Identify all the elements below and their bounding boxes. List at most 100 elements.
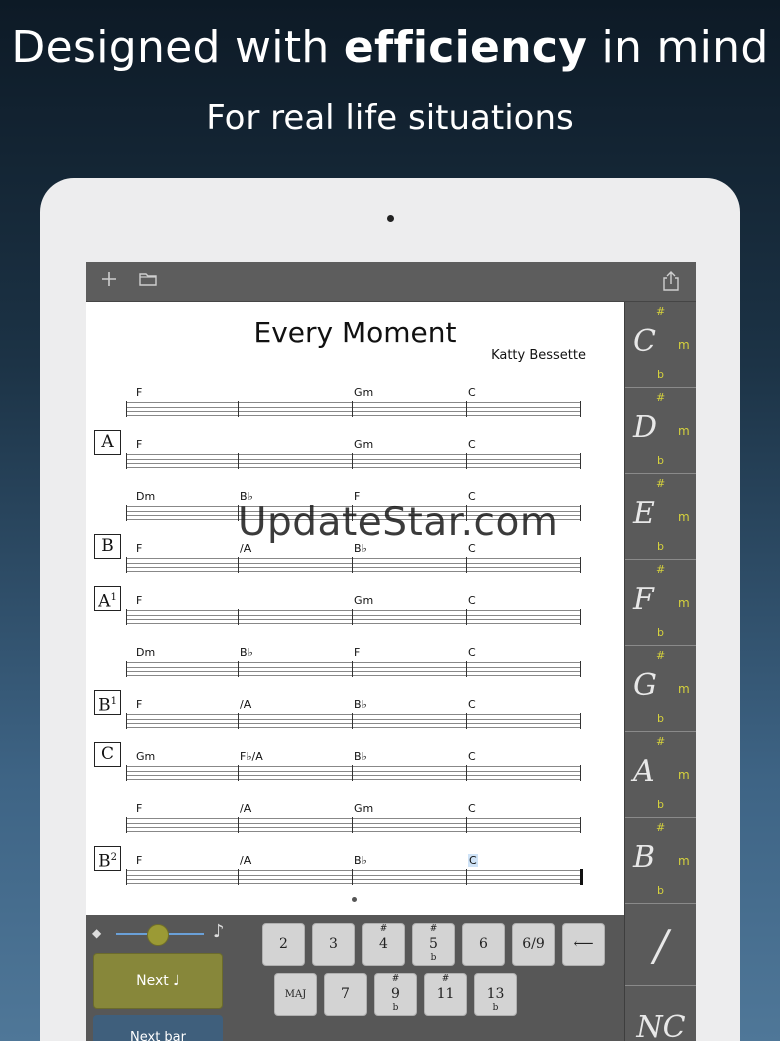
staff-row[interactable]: F Gm C — [86, 386, 624, 442]
chord-symbol[interactable]: Dm — [136, 490, 155, 503]
folder-icon[interactable] — [138, 270, 158, 292]
chord-symbol[interactable]: C — [468, 802, 476, 815]
chord-symbol[interactable]: B♭ — [354, 750, 367, 763]
chord-symbol[interactable]: C — [468, 698, 476, 711]
flat-modifier[interactable]: b — [657, 626, 664, 639]
staff-row[interactable]: F/A B♭ C B2 — [86, 846, 624, 910]
barline — [466, 765, 467, 781]
keypad-key[interactable]: 13 b — [474, 973, 517, 1016]
keypad-key[interactable]: 7 — [324, 973, 367, 1016]
key-d[interactable]: # Dm b — [625, 388, 696, 474]
keypad-key[interactable]: 6 — [462, 923, 505, 966]
flat-modifier[interactable]: b — [657, 712, 664, 725]
sharp-modifier[interactable]: # — [656, 563, 665, 576]
keypad-key[interactable]: 4 # — [362, 923, 405, 966]
barline — [466, 713, 467, 729]
minor-modifier[interactable]: m — [678, 596, 690, 610]
chord-symbol[interactable]: F — [354, 646, 360, 659]
keypad-key[interactable]: MAJ — [274, 973, 317, 1016]
key-a[interactable]: # Am b — [625, 732, 696, 818]
chord-symbol[interactable]: C — [468, 386, 476, 399]
no-chord-key[interactable]: NC — [625, 990, 696, 1041]
chord-symbol[interactable]: Gm — [354, 438, 373, 451]
chord-symbol[interactable]: B♭ — [354, 698, 367, 711]
chord-symbol[interactable]: C — [468, 646, 476, 659]
chord-symbol[interactable]: Gm — [354, 386, 373, 399]
staff-row[interactable]: F/A B♭ C B1 — [86, 690, 624, 754]
barline — [238, 401, 239, 417]
chord-symbol[interactable]: F — [136, 594, 142, 607]
staff-row[interactable]: F Gm C A — [86, 430, 624, 494]
chord-symbol[interactable]: F — [136, 438, 142, 451]
staff-lines — [126, 558, 580, 572]
key-f[interactable]: # Fm b — [625, 560, 696, 646]
sharp-modifier[interactable]: # — [656, 305, 665, 318]
sharp-modifier[interactable]: # — [656, 477, 665, 490]
staff-row[interactable]: F/A Gm C — [86, 802, 624, 858]
sharp-modifier[interactable]: # — [656, 821, 665, 834]
minor-modifier[interactable]: m — [678, 682, 690, 696]
minor-modifier[interactable]: m — [678, 424, 690, 438]
share-icon[interactable] — [662, 270, 680, 296]
chord-symbol[interactable]: F — [136, 854, 142, 867]
barline — [466, 661, 467, 677]
slash-key[interactable]: / — [625, 906, 696, 986]
chord-symbol[interactable]: Gm — [354, 594, 373, 607]
barline — [238, 869, 239, 885]
barline — [126, 609, 127, 625]
keypad-key[interactable]: 11 # — [424, 973, 467, 1016]
backspace-key[interactable]: ⟵ — [562, 923, 605, 966]
staff-row[interactable]: Gm F♭/A B♭ C C — [86, 742, 624, 806]
chord-symbol[interactable]: C — [468, 750, 476, 763]
flat-mark: b — [392, 1003, 399, 1013]
chord-symbol[interactable]: /A — [240, 854, 251, 867]
flat-modifier[interactable]: b — [657, 798, 664, 811]
key-b[interactable]: # Bm b — [625, 818, 696, 904]
chord-symbol[interactable]: B♭ — [240, 646, 253, 659]
chord-symbol[interactable]: Gm — [354, 802, 373, 815]
chord-symbol[interactable]: F♭/A — [240, 750, 263, 763]
chord-symbol[interactable]: Dm — [136, 646, 155, 659]
chord-symbol[interactable]: F — [136, 802, 142, 815]
chord-symbol[interactable]: C — [468, 594, 476, 607]
minor-modifier[interactable]: m — [678, 338, 690, 352]
flat-modifier[interactable]: b — [657, 884, 664, 897]
sharp-modifier[interactable]: # — [656, 649, 665, 662]
keypad-key[interactable]: 2 — [262, 923, 305, 966]
next-button[interactable]: Next ♩ — [93, 953, 223, 1009]
chord-symbol[interactable]: B♭ — [354, 854, 367, 867]
sharp-modifier[interactable]: # — [656, 735, 665, 748]
staff-row[interactable]: F/A B♭ C B — [86, 534, 624, 598]
chord-symbol[interactable]: /A — [240, 698, 251, 711]
flat-modifier[interactable]: b — [657, 540, 664, 553]
staff-lines — [126, 766, 580, 780]
key-c[interactable]: # Cm b — [625, 302, 696, 388]
chord-symbol[interactable]: C — [468, 854, 478, 867]
chord-symbol[interactable]: F — [136, 386, 142, 399]
minor-modifier[interactable]: m — [678, 510, 690, 524]
staff-row[interactable]: Dm B♭ F C — [86, 646, 624, 702]
plus-icon[interactable] — [100, 270, 118, 292]
keypad-key[interactable]: 3 — [312, 923, 355, 966]
duration-slider-thumb[interactable] — [147, 924, 169, 946]
chord-symbol[interactable]: /A — [240, 802, 251, 815]
minor-modifier[interactable]: m — [678, 854, 690, 868]
eraser-icon[interactable]: ◆ — [92, 926, 101, 940]
keypad-key[interactable]: 6/9 — [512, 923, 555, 966]
flat-modifier[interactable]: b — [657, 368, 664, 381]
minor-modifier[interactable]: m — [678, 768, 690, 782]
flat-modifier[interactable]: b — [657, 454, 664, 467]
chord-symbol[interactable]: Gm — [136, 750, 155, 763]
chord-symbol[interactable]: F — [136, 542, 142, 555]
keypad-key[interactable]: 5 # b — [412, 923, 455, 966]
keypad-key[interactable]: 9 # b — [374, 973, 417, 1016]
key-e[interactable]: # Em b — [625, 474, 696, 560]
next-bar-button[interactable]: Next bar — [93, 1015, 223, 1041]
key-g[interactable]: # Gm b — [625, 646, 696, 732]
chord-symbol[interactable]: F — [136, 698, 142, 711]
chord-sheet[interactable]: Every Moment Katty Bessette F Gm C F Gm C A Dm B… — [86, 302, 624, 915]
barline — [352, 609, 353, 625]
staff-row[interactable]: F Gm C A1 — [86, 586, 624, 650]
sharp-modifier[interactable]: # — [656, 391, 665, 404]
chord-symbol[interactable]: C — [468, 438, 476, 451]
